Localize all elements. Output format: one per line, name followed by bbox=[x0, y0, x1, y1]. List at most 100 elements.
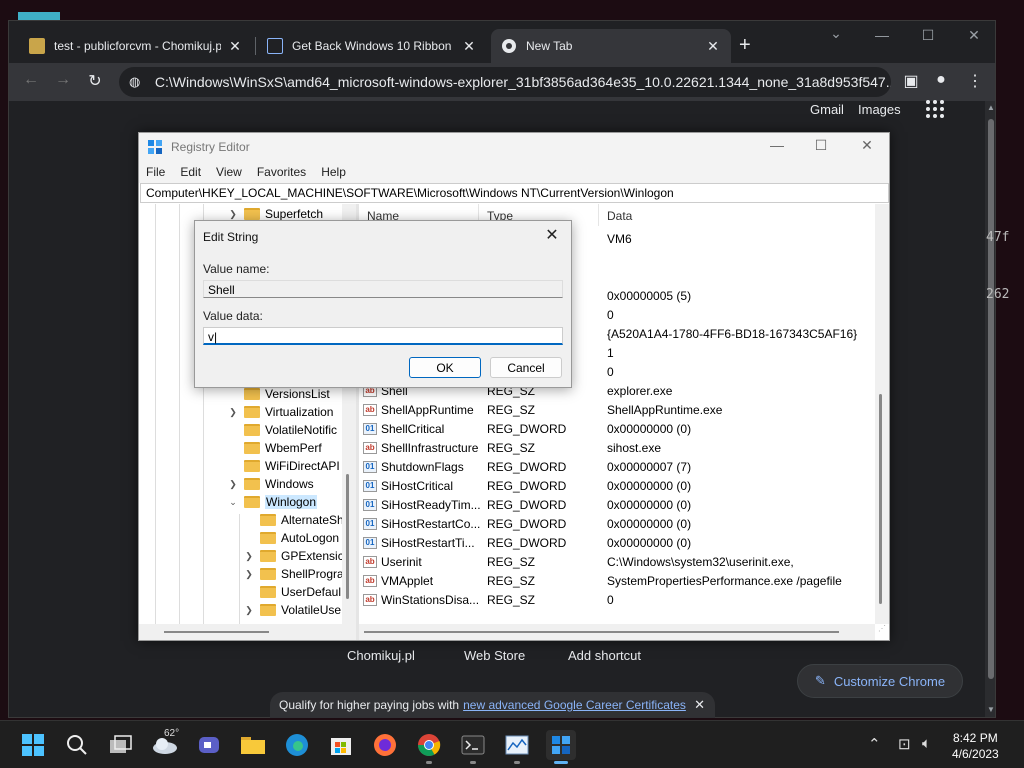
resource-monitor-icon[interactable] bbox=[502, 730, 532, 760]
shortcut-web-store[interactable]: Web Store bbox=[464, 648, 525, 663]
new-tab-plus-icon[interactable]: + bbox=[739, 35, 751, 55]
list-vertical-scrollbar[interactable] bbox=[875, 204, 889, 624]
regedit-titlebar[interactable]: Registry Editor — ☐ ✕ bbox=[139, 133, 889, 161]
minimize-icon[interactable]: — bbox=[763, 137, 791, 153]
minimize-icon[interactable]: — bbox=[867, 27, 897, 43]
table-row[interactable]: ab ShellInfrastructure REG_SZ sihost.exe bbox=[359, 439, 879, 458]
google-apps-icon[interactable] bbox=[926, 100, 944, 118]
chevron-right-icon[interactable]: ❯ bbox=[243, 605, 255, 616]
value-data-input[interactable]: v| bbox=[203, 327, 563, 345]
chevron-right-icon[interactable]: ❯ bbox=[227, 407, 239, 418]
registry-editor-taskbar-icon[interactable] bbox=[546, 730, 576, 760]
table-row[interactable]: 01 ShutdownFlags REG_DWORD 0x00000007 (7) bbox=[359, 458, 879, 477]
menu-file[interactable]: File bbox=[146, 165, 165, 179]
menu-favorites[interactable]: Favorites bbox=[257, 165, 306, 179]
tree-node[interactable]: ❯ Windows bbox=[227, 475, 313, 493]
chevron-down-icon[interactable]: ⌄ bbox=[227, 497, 239, 508]
volume-icon[interactable]: 🔈︎ bbox=[922, 735, 931, 752]
resize-grip-icon[interactable]: ⋰ bbox=[875, 624, 889, 640]
customize-chrome-button[interactable]: ✎ Customize Chrome bbox=[797, 664, 963, 698]
start-windows-icon[interactable] bbox=[18, 730, 48, 760]
profile-icon[interactable]: ● bbox=[929, 71, 953, 89]
tab-new-tab[interactable]: New Tab ✕ bbox=[491, 29, 731, 63]
task-view-icon[interactable] bbox=[106, 730, 136, 760]
table-row[interactable]: ab WinStationsDisa... REG_SZ 0 bbox=[359, 591, 879, 610]
side-panel-icon[interactable]: ▣ bbox=[899, 71, 923, 91]
tree-node[interactable]: UserDefaul bbox=[243, 583, 341, 601]
page-scrollbar[interactable]: ▲ ▼ bbox=[985, 101, 995, 717]
shortcut-add[interactable]: Add shortcut bbox=[568, 648, 641, 663]
scroll-down-arrow-icon[interactable]: ▼ bbox=[985, 705, 995, 714]
reload-icon[interactable]: ↻ bbox=[83, 71, 107, 91]
list-horizontal-scrollbar[interactable] bbox=[359, 624, 875, 640]
table-row[interactable]: 01 SiHostRestartCo... REG_DWORD 0x00000000 … bbox=[359, 515, 879, 534]
address-bar[interactable]: ◍ C:\Windows\WinSxS\amd64_microsoft-wind… bbox=[119, 67, 891, 97]
table-row[interactable]: 01 SiHostReadyTim... REG_DWORD 0x00000000 (… bbox=[359, 496, 879, 515]
scrollbar-thumb[interactable] bbox=[164, 631, 269, 633]
tree-node[interactable]: AutoLogon bbox=[243, 529, 339, 547]
forward-arrow-icon[interactable]: → bbox=[51, 71, 75, 89]
microsoft-store-icon[interactable] bbox=[326, 730, 356, 760]
close-tab-icon[interactable]: ✕ bbox=[461, 38, 477, 55]
tree-node[interactable]: ❯ Virtualization bbox=[227, 403, 333, 421]
tree-node[interactable]: AlternateSh bbox=[243, 511, 344, 529]
table-row[interactable]: ab VMApplet REG_SZ SystemPropertiesPerforma… bbox=[359, 572, 879, 591]
registry-address-bar[interactable]: Computer\HKEY_LOCAL_MACHINE\SOFTWARE\Mic… bbox=[140, 183, 889, 203]
address-text[interactable]: C:\Windows\WinSxS\amd64_microsoft-window… bbox=[155, 74, 891, 90]
cancel-button[interactable]: Cancel bbox=[490, 357, 562, 378]
tab-chomikuj[interactable]: test - publicforcvm - Chomikuj.pl ✕ bbox=[19, 29, 253, 63]
back-arrow-icon[interactable]: ← bbox=[19, 71, 43, 89]
promo-close-icon[interactable]: ✕ bbox=[694, 697, 705, 713]
images-link[interactable]: Images bbox=[858, 102, 901, 117]
scrollbar-thumb[interactable] bbox=[364, 631, 839, 633]
chevron-right-icon[interactable]: ❯ bbox=[227, 209, 239, 220]
gmail-link[interactable]: Gmail bbox=[810, 102, 844, 117]
tab-ribbon-ui[interactable]: Get Back Windows 10 Ribbon UI ✕ bbox=[257, 29, 487, 63]
network-icon[interactable]: ⊡ bbox=[898, 735, 911, 753]
tree-node[interactable]: ❯ ShellProgra bbox=[243, 565, 343, 583]
tree-node-selected[interactable]: ⌄ Winlogon bbox=[227, 493, 318, 511]
tab-search-chevron-icon[interactable]: ⌄ bbox=[821, 25, 851, 42]
table-row[interactable]: ab ShellAppRuntime REG_SZ ShellAppRuntime.e… bbox=[359, 401, 879, 420]
chevron-right-icon[interactable]: ❯ bbox=[243, 569, 255, 580]
close-tab-icon[interactable]: ✕ bbox=[705, 38, 721, 55]
firefox-icon[interactable] bbox=[370, 730, 400, 760]
table-row[interactable]: 01 ShellCritical REG_DWORD 0x00000000 (0) bbox=[359, 420, 879, 439]
menu-edit[interactable]: Edit bbox=[180, 165, 201, 179]
menu-kebab-icon[interactable]: ⋮ bbox=[963, 71, 987, 91]
table-row[interactable]: 01 SiHostRestartTi... REG_DWORD 0x00000000 … bbox=[359, 534, 879, 553]
close-window-icon[interactable]: ✕ bbox=[959, 27, 989, 44]
chevron-right-icon[interactable]: ❯ bbox=[243, 551, 255, 562]
close-tab-icon[interactable]: ✕ bbox=[227, 38, 243, 55]
menu-view[interactable]: View bbox=[216, 165, 242, 179]
close-icon[interactable]: ✕ bbox=[541, 225, 563, 245]
menu-help[interactable]: Help bbox=[321, 165, 346, 179]
scrollbar-thumb[interactable] bbox=[346, 474, 349, 599]
chrome-icon[interactable] bbox=[414, 730, 444, 760]
tree-node[interactable]: WiFiDirectAPI bbox=[227, 457, 340, 475]
system-clock[interactable]: 8:42 PM 4/6/2023 bbox=[952, 730, 999, 762]
shortcut-chomikuj[interactable]: Chomikuj.pl bbox=[347, 648, 415, 663]
scrollbar-thumb[interactable] bbox=[879, 394, 882, 604]
tree-node[interactable]: VolatileNotific bbox=[227, 421, 337, 439]
close-icon[interactable]: ✕ bbox=[853, 137, 881, 154]
table-row[interactable]: 01 SiHostCritical REG_DWORD 0x00000000 (0) bbox=[359, 477, 879, 496]
scroll-up-arrow-icon[interactable]: ▲ bbox=[985, 103, 995, 112]
table-row[interactable]: ab Userinit REG_SZ C:\Windows\system32\user… bbox=[359, 553, 879, 572]
show-hidden-icons-chevron-icon[interactable]: ⌃ bbox=[868, 735, 881, 753]
chevron-right-icon[interactable]: ❯ bbox=[227, 479, 239, 490]
scrollbar-thumb[interactable] bbox=[988, 119, 994, 679]
file-explorer-icon[interactable] bbox=[238, 730, 268, 760]
terminal-icon[interactable] bbox=[458, 730, 488, 760]
tree-horizontal-scrollbar[interactable] bbox=[139, 624, 356, 640]
ok-button[interactable]: OK bbox=[409, 357, 481, 378]
tree-node[interactable]: WbemPerf bbox=[227, 439, 322, 457]
meet-video-icon[interactable] bbox=[194, 730, 224, 760]
search-icon[interactable] bbox=[62, 730, 92, 760]
tree-node[interactable]: ❯ GPExtensic bbox=[243, 547, 343, 565]
column-data[interactable]: Data bbox=[599, 204, 879, 226]
value-name-field[interactable]: Shell bbox=[203, 280, 563, 298]
maximize-icon[interactable]: ☐ bbox=[807, 137, 835, 154]
tree-node[interactable]: ❯ VolatileUse bbox=[243, 601, 341, 619]
maximize-icon[interactable]: ☐ bbox=[913, 27, 943, 44]
